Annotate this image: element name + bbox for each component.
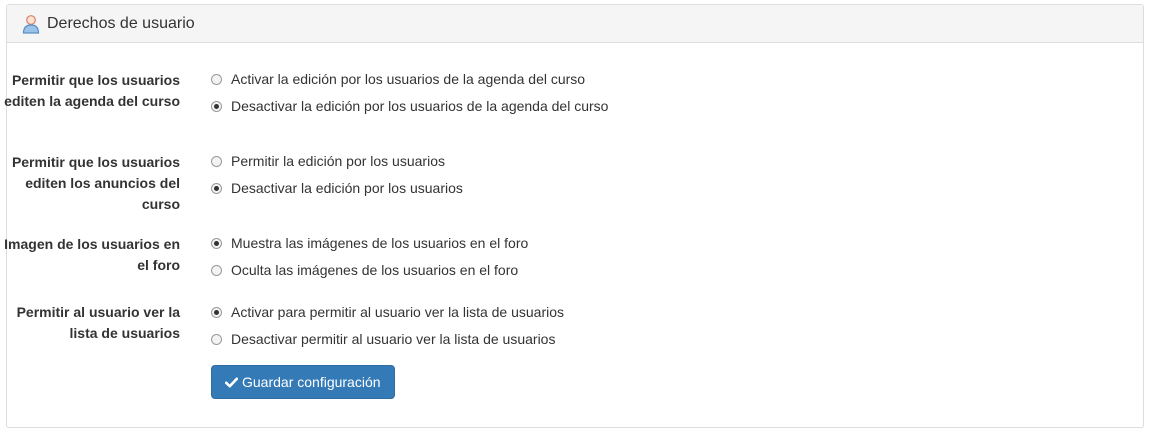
user-rights-panel: Derechos de usuario Permitir que los usu… <box>4 4 1144 428</box>
agenda-edit-disable-option[interactable]: Desactivar la edición por los usuarios d… <box>211 96 608 116</box>
option-label: Permitir la edición por los usuarios <box>231 153 445 169</box>
panel-heading: Derechos de usuario <box>7 5 1143 43</box>
option-label: Activar la edición por los usuarios de l… <box>231 71 586 87</box>
forum-images-hide-radio[interactable] <box>211 264 222 276</box>
save-button-label: Guardar configuración <box>242 374 381 390</box>
announcements-edit-enable-radio[interactable] <box>211 155 222 167</box>
panel-title: Derechos de usuario <box>47 15 195 32</box>
user-list-enable-option[interactable]: Activar para permitir al usuario ver la … <box>211 302 564 322</box>
agenda-edit-label: Permitir que los usuarios editen la agen… <box>4 72 180 109</box>
announcements-edit-disable-option[interactable]: Desactivar la edición por los usuarios <box>211 178 463 198</box>
save-settings-button[interactable]: Guardar configuración <box>211 365 395 399</box>
user-list-enable-radio[interactable] <box>211 306 222 318</box>
option-label: Oculta las imágenes de los usuarios en e… <box>231 262 519 278</box>
forum-images-show-radio[interactable] <box>211 237 222 249</box>
option-label: Desactivar la edición por los usuarios <box>231 180 463 196</box>
agenda-edit-enable-option[interactable]: Activar la edición por los usuarios de l… <box>211 69 585 89</box>
announcements-edit-label: Permitir que los usuarios editen los anu… <box>11 154 180 212</box>
announcements-edit-enable-option[interactable]: Permitir la edición por los usuarios <box>211 151 445 171</box>
forum-images-label: Imagen de los usuarios en el foro <box>4 236 180 273</box>
option-label: Desactivar la edición por los usuarios d… <box>231 98 609 114</box>
user-list-label: Permitir al usuario ver la lista de usua… <box>16 304 180 341</box>
agenda-edit-disable-radio[interactable] <box>211 100 222 112</box>
option-label: Muestra las imágenes de los usuarios en … <box>231 235 529 251</box>
forum-images-hide-option[interactable]: Oculta las imágenes de los usuarios en e… <box>211 260 518 280</box>
check-icon <box>225 377 238 388</box>
option-label: Activar para permitir al usuario ver la … <box>231 304 565 320</box>
user-list-disable-radio[interactable] <box>211 333 222 345</box>
agenda-edit-enable-radio[interactable] <box>211 73 222 85</box>
announcements-edit-disable-radio[interactable] <box>211 182 222 194</box>
option-label: Desactivar permitir al usuario ver la li… <box>231 331 556 347</box>
user-list-disable-option[interactable]: Desactivar permitir al usuario ver la li… <box>211 329 555 349</box>
user-icon <box>22 15 40 34</box>
forum-images-show-option[interactable]: Muestra las imágenes de los usuarios en … <box>211 233 528 253</box>
